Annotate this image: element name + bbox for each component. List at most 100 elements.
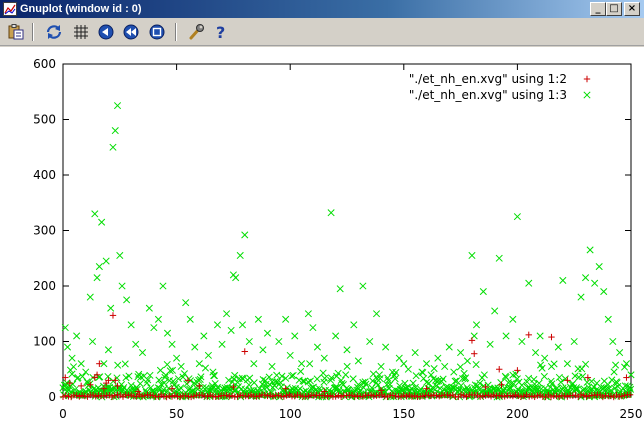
window-title: Gnuplot (window id : 0) (20, 3, 142, 15)
data-point (468, 337, 476, 344)
data-point (616, 349, 624, 357)
band-point (334, 369, 342, 377)
data-point (238, 321, 247, 329)
data-point (227, 326, 235, 334)
x-tick-label: 150 (392, 407, 415, 421)
data-point (491, 307, 499, 315)
data-point (95, 263, 103, 271)
plot-canvas[interactable]: 0 100 200 300 400 500 600 0 50 100 150 200 250 "./et… (0, 47, 644, 436)
data-point (495, 254, 503, 262)
data-point (163, 329, 172, 337)
toggle-grid-button[interactable] (70, 22, 92, 42)
band-point (69, 363, 78, 371)
data-point (186, 315, 194, 323)
data-point (472, 321, 481, 329)
data-point (88, 337, 97, 346)
data-point (77, 382, 85, 390)
band-point (306, 360, 314, 368)
x-tick-label: 0 (59, 407, 67, 421)
data-point (354, 357, 362, 365)
x-tick-label: 250 (620, 407, 643, 421)
scatter-plot[interactable]: 0 100 200 300 400 500 600 0 50 100 150 200 250 "./et… (0, 47, 644, 436)
grid-icon (74, 25, 88, 39)
x-tick-label: 200 (506, 407, 529, 421)
data-point (123, 296, 131, 304)
gnuplot-app-icon (3, 2, 17, 16)
data-point (422, 360, 431, 368)
data-point (98, 218, 106, 226)
band-point (319, 369, 327, 377)
data-point (350, 321, 358, 329)
data-point (241, 231, 249, 239)
data-point (554, 343, 562, 351)
zoom-next-icon (123, 24, 139, 40)
data-point (463, 357, 471, 365)
data-point (254, 315, 262, 323)
minimize-button[interactable]: _ (590, 2, 606, 16)
data-point (595, 263, 603, 271)
data-point (236, 251, 244, 260)
plot-marks (59, 102, 635, 401)
data-point (591, 279, 599, 287)
data-point (457, 349, 465, 357)
data-point (102, 257, 110, 265)
y-tick-label: 0 (48, 390, 56, 404)
options-button[interactable] (185, 22, 207, 42)
band-point (456, 363, 464, 371)
data-point (109, 143, 117, 151)
data-point (395, 354, 403, 362)
replot-button[interactable] (43, 22, 65, 42)
band-point (343, 362, 351, 371)
band-point (430, 364, 438, 373)
data-point (532, 349, 540, 357)
data-point (245, 337, 253, 346)
data-point (468, 251, 476, 260)
data-point (68, 354, 76, 362)
data-point (73, 332, 81, 340)
maximize-button[interactable]: □ (606, 2, 622, 16)
data-point (268, 362, 276, 371)
data-point (204, 351, 212, 359)
legend-marker (583, 91, 591, 99)
wrench-icon (189, 24, 204, 40)
zoom-autoscale-icon (149, 24, 165, 40)
band-point (582, 360, 590, 368)
next-zoom-button[interactable] (120, 22, 142, 42)
copy-to-clipboard-button[interactable] (5, 22, 27, 42)
plot-border (62, 63, 632, 398)
help-button[interactable]: ? (210, 22, 232, 42)
title-bar[interactable]: Gnuplot (window id : 0) _ □ × (0, 0, 644, 18)
data-point (309, 324, 317, 332)
replot-icon (46, 25, 62, 39)
data-point (282, 315, 290, 323)
band-point (555, 373, 563, 381)
band-point (540, 372, 548, 381)
data-point (441, 362, 449, 371)
toolbar: ? (0, 18, 644, 46)
toolbar-separator (175, 23, 177, 41)
data-point (275, 337, 283, 346)
data-point (496, 366, 503, 373)
data-point (111, 127, 119, 135)
band-point (612, 361, 620, 369)
data-point (150, 324, 158, 332)
data-point (404, 365, 412, 373)
previous-zoom-button[interactable] (95, 22, 117, 42)
data-point (525, 279, 533, 287)
data-point (586, 246, 594, 254)
band-point (342, 371, 350, 379)
data-point (372, 310, 381, 318)
data-point (377, 362, 385, 371)
data-point (382, 343, 390, 351)
band-point (125, 372, 133, 380)
data-point (479, 287, 487, 296)
data-point (63, 343, 72, 351)
autoscale-button[interactable] (146, 22, 168, 42)
data-point (445, 343, 453, 351)
gnuplot-window: Gnuplot (window id : 0) _ □ × ? 0 100 20… (0, 0, 644, 436)
x-tick-label: 50 (169, 407, 184, 421)
data-point (541, 354, 549, 362)
data-point (332, 332, 340, 340)
close-button[interactable]: × (624, 2, 640, 16)
band-point (297, 367, 305, 375)
